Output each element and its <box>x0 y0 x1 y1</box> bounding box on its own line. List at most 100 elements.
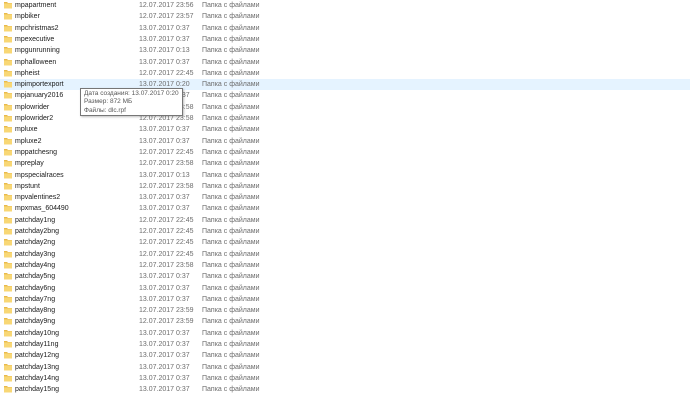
file-type: Папка с файлами <box>202 24 260 32</box>
file-row[interactable]: mpapartment 12.07.2017 23:56 Папка с файла… <box>0 0 690 11</box>
file-row[interactable]: patchday11ng 13.07.2017 0:37 Папка с файла… <box>0 339 690 350</box>
file-row[interactable]: mpreplay 12.07.2017 23:58 Папка с файлами <box>0 158 690 169</box>
file-type: Папка с файлами <box>202 352 260 360</box>
file-name: mpxmas_604490 <box>15 205 69 213</box>
file-type: Папка с файлами <box>202 228 260 235</box>
file-row[interactable]: mpexecutive 13.07.2017 0:37 Папка с файлам… <box>0 34 690 45</box>
file-name: mplowrider2 <box>15 115 54 122</box>
file-name: patchday13ng <box>15 363 59 371</box>
file-name: mpspecialraces <box>15 171 64 179</box>
file-row[interactable]: mpstunt 12.07.2017 23:58 Папка с файлами <box>0 181 690 192</box>
file-type: Папка с файлами <box>202 160 260 168</box>
file-row[interactable]: mppatchesng 12.07.2017 22:45 Папка с файла… <box>0 147 690 158</box>
file-name: patchday1ng <box>15 216 56 224</box>
file-row[interactable]: patchday6ng 13.07.2017 0:37 Папка с файлам… <box>0 283 690 294</box>
file-row[interactable]: patchday8ng 12.07.2017 23:59 Папка с файла… <box>0 305 690 316</box>
file-date-modified: 13.07.2017 0:37 <box>139 329 190 337</box>
file-type: Папка с файлами <box>202 103 260 111</box>
file-row[interactable]: mphalloween 13.07.2017 0:37 Папка с файлам… <box>0 57 690 68</box>
file-type: Папка с файлами <box>202 250 260 258</box>
tooltip-files: Файлы: dlc.rpf <box>84 106 126 114</box>
file-date-modified: 13.07.2017 0:37 <box>139 341 190 348</box>
file-date-modified: 13.07.2017 0:37 <box>139 24 190 32</box>
file-name: mpimportexport <box>15 81 64 89</box>
file-name: mpstunt <box>15 182 40 190</box>
tooltip-created-date: Дата создания: 13.07.2017 0:20 <box>84 90 179 97</box>
file-name: mpchristmas2 <box>15 24 59 32</box>
file-row[interactable]: patchday4ng 12.07.2017 23:58 Папка с файла… <box>0 260 690 271</box>
file-name: patchday3ng <box>15 250 56 258</box>
folder-icon <box>4 261 12 269</box>
folder-icon <box>4 284 12 292</box>
file-type: Папка с файлами <box>202 239 260 247</box>
file-type: Папка с файлами <box>202 115 260 122</box>
folder-icon <box>4 204 12 212</box>
file-row[interactable]: mpgunrunning 13.07.2017 0:13 Папка с файла… <box>0 45 690 56</box>
file-date-modified: 13.07.2017 0:37 <box>139 137 190 145</box>
file-date-modified: 12.07.2017 23:56 <box>139 2 194 9</box>
file-date-modified: 13.07.2017 0:37 <box>139 295 190 303</box>
file-row[interactable]: patchday5ng 13.07.2017 0:37 Папка с файлам… <box>0 271 690 282</box>
file-name: mpexecutive <box>15 35 55 43</box>
file-type: Папка с файлами <box>202 148 260 156</box>
folder-icon <box>4 35 12 43</box>
file-date-modified: 12.07.2017 23:59 <box>139 307 194 315</box>
file-name: patchday11ng <box>15 341 59 348</box>
file-type: Папка с файлами <box>202 386 260 394</box>
folder-icon <box>4 103 12 111</box>
folder-icon <box>4 171 12 179</box>
file-row[interactable]: mpvalentines2 13.07.2017 0:37 Папка с файл… <box>0 192 690 203</box>
folder-icon <box>4 329 12 337</box>
file-row[interactable]: patchday10ng 13.07.2017 0:37 Папка с файла… <box>0 328 690 339</box>
file-date-modified: 13.07.2017 0:37 <box>139 35 190 43</box>
folder-icon <box>4 385 12 393</box>
file-row[interactable]: mpspecialraces 13.07.2017 0:13 Папка с фай… <box>0 170 690 181</box>
file-date-modified: 12.07.2017 23:57 <box>139 13 194 21</box>
folder-info-tooltip: Дата создания: 13.07.2017 0:20 Размер: 8… <box>80 88 183 116</box>
folder-icon <box>4 227 12 235</box>
file-name: mphalloween <box>15 58 57 66</box>
file-row[interactable]: patchday14ng 13.07.2017 0:37 Папка с файла… <box>0 373 690 384</box>
file-row[interactable]: patchday2bng 12.07.2017 22:45 Папка с файл… <box>0 226 690 237</box>
file-name: mpluxe2 <box>15 137 42 145</box>
file-name: mpreplay <box>15 160 44 168</box>
folder-icon <box>4 69 12 77</box>
folder-icon <box>4 137 12 145</box>
folder-icon <box>4 80 12 88</box>
file-row[interactable]: mpxmas_604490 13.07.2017 0:37 Папка с файл… <box>0 203 690 214</box>
file-row[interactable]: patchday7ng 13.07.2017 0:37 Папка с файлам… <box>0 294 690 305</box>
file-row[interactable]: mpheist 12.07.2017 22:45 Папка с файлами <box>0 68 690 79</box>
file-row[interactable]: mpbiker 12.07.2017 23:57 Папка с файлами <box>0 11 690 22</box>
file-row[interactable]: patchday3ng 12.07.2017 22:45 Папка с файла… <box>0 249 690 260</box>
file-row[interactable]: mpluxe2 13.07.2017 0:37 Папка с файлами <box>0 136 690 147</box>
folder-icon <box>4 46 12 54</box>
file-date-modified: 12.07.2017 22:45 <box>139 228 194 235</box>
folder-icon <box>4 91 12 99</box>
file-type: Папка с файлами <box>202 2 260 9</box>
file-row[interactable]: mpluxe 13.07.2017 0:37 Папка с файлами <box>0 124 690 135</box>
file-name: patchday2bng <box>15 228 59 235</box>
folder-icon <box>4 374 12 382</box>
file-date-modified: 13.07.2017 0:37 <box>139 363 190 371</box>
file-row[interactable]: mpchristmas2 13.07.2017 0:37 Папка с файла… <box>0 23 690 34</box>
file-row[interactable]: patchday15ng 13.07.2017 0:37 Папка с файла… <box>0 384 690 395</box>
file-row[interactable]: patchday9ng 12.07.2017 23:59 Папка с файла… <box>0 316 690 327</box>
folder-icon <box>4 363 12 371</box>
file-date-modified: 12.07.2017 22:45 <box>139 148 194 156</box>
file-date-modified: 12.07.2017 22:45 <box>139 216 194 224</box>
file-type: Папка с файлами <box>202 58 260 66</box>
file-row[interactable]: patchday2ng 12.07.2017 22:45 Папка с файла… <box>0 237 690 248</box>
file-row[interactable]: patchday12ng 13.07.2017 0:37 Папка с файла… <box>0 350 690 361</box>
file-row[interactable]: patchday1ng 12.07.2017 22:45 Папка с файла… <box>0 215 690 226</box>
file-row[interactable]: patchday13ng 13.07.2017 0:37 Папка с файла… <box>0 362 690 373</box>
file-type: Папка с файлами <box>202 194 260 202</box>
file-name: mppatchesng <box>15 148 58 156</box>
file-type: Папка с файлами <box>202 137 260 145</box>
folder-icon <box>4 114 12 122</box>
file-type: Папка с файлами <box>202 307 260 315</box>
file-name: patchday2ng <box>15 239 56 247</box>
file-name: patchday4ng <box>15 261 56 269</box>
file-type: Папка с файлами <box>202 69 260 77</box>
file-date-modified: 13.07.2017 0:37 <box>139 58 190 66</box>
file-type: Папка с файлами <box>202 261 260 269</box>
